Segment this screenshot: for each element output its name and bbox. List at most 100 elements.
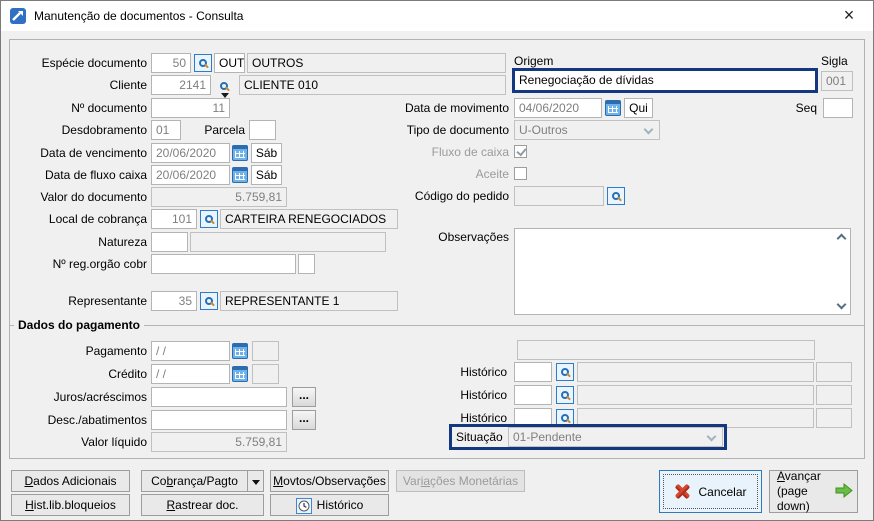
hist-lib-bloqueios-button[interactable]: Hist.lib.bloqueios bbox=[11, 494, 130, 516]
descontos-more-button[interactable]: ... bbox=[292, 410, 316, 430]
historico2-extra-field bbox=[816, 385, 852, 405]
cliente-desc-field: CLIENTE 010 bbox=[239, 75, 506, 95]
search-icon bbox=[561, 368, 569, 376]
local-cobranca-label: Local de cobrança bbox=[48, 212, 147, 226]
codigo-pedido-label: Código do pedido bbox=[414, 189, 509, 203]
scroll-up-icon[interactable] bbox=[836, 233, 847, 244]
search-icon bbox=[205, 215, 213, 223]
num-documento-field[interactable]: 11 bbox=[151, 98, 230, 118]
data-vencimento-weekday: Sáb bbox=[251, 143, 282, 163]
calendar-icon[interactable] bbox=[605, 100, 621, 116]
window-title: Manutenção de documentos - Consulta bbox=[34, 9, 244, 23]
search-icon bbox=[561, 414, 569, 422]
data-fluxo-caixa-field[interactable]: 20/06/2020 bbox=[151, 165, 230, 185]
cliente-lookup-icon[interactable] bbox=[220, 79, 228, 93]
especie-code-field[interactable]: 50 bbox=[151, 53, 191, 73]
scroll-down-icon[interactable] bbox=[836, 299, 847, 310]
especie-lookup-button[interactable] bbox=[194, 54, 212, 72]
codigo-pedido-field[interactable] bbox=[514, 186, 604, 206]
pagamento-extra-field bbox=[517, 340, 815, 360]
fluxo-caixa-checkbox[interactable] bbox=[514, 145, 527, 158]
close-icon: × bbox=[843, 5, 855, 25]
observacoes-label: Observações bbox=[438, 230, 509, 244]
data-vencimento-field[interactable]: 20/06/2020 bbox=[151, 143, 230, 163]
close-button[interactable]: × bbox=[829, 1, 869, 31]
desdobramento-field[interactable]: 01 bbox=[151, 120, 181, 140]
historico1-lookup-button[interactable] bbox=[556, 363, 574, 381]
desdobramento-label: Desdobramento bbox=[61, 123, 147, 137]
rastrear-doc-button[interactable]: Rastrear doc. bbox=[141, 494, 264, 516]
natureza-code-field[interactable] bbox=[151, 232, 188, 252]
search-icon bbox=[220, 82, 228, 90]
especie-desc-field: OUTROS bbox=[247, 53, 506, 73]
chevron-down-icon bbox=[643, 124, 654, 135]
historico2-lookup-button[interactable] bbox=[556, 386, 574, 404]
codigo-pedido-lookup-button[interactable] bbox=[607, 187, 625, 205]
cancelar-button[interactable]: Cancelar bbox=[659, 470, 762, 513]
movtos-observacoes-button[interactable]: Movtos/Observações bbox=[270, 470, 389, 492]
historico1-label: Histórico bbox=[460, 365, 507, 379]
historico-button[interactable]: Histórico bbox=[270, 494, 389, 516]
title-bar: Manutenção de documentos - Consulta × bbox=[1, 1, 873, 31]
seq-field[interactable] bbox=[823, 98, 853, 118]
especie-sigla-field[interactable]: OUT bbox=[214, 53, 245, 73]
local-cobranca-code-field[interactable]: 101 bbox=[151, 209, 197, 229]
observacoes-textarea[interactable] bbox=[514, 228, 851, 315]
pagamento-weekday-field bbox=[252, 341, 279, 361]
juros-field[interactable] bbox=[151, 387, 287, 407]
origem-field-highlight: Renegociação de dívidas bbox=[512, 68, 818, 93]
representante-lookup-button[interactable] bbox=[200, 292, 218, 310]
local-cobranca-lookup-button[interactable] bbox=[200, 210, 218, 228]
pagamento-label: Pagamento bbox=[85, 344, 147, 358]
historico1-code-field[interactable] bbox=[514, 362, 552, 382]
variacoes-monetarias-button[interactable]: Variações Monetárias bbox=[396, 470, 525, 492]
aceite-checkbox[interactable] bbox=[514, 167, 527, 180]
num-reg-orgao-label: Nº reg.orgão cobr bbox=[52, 257, 147, 271]
cobranca-pagto-dropdown-button[interactable] bbox=[247, 470, 264, 492]
especie-label: Espécie documento bbox=[41, 56, 147, 70]
historico2-code-field[interactable] bbox=[514, 385, 552, 405]
data-fluxo-caixa-label: Data de fluxo caixa bbox=[44, 168, 147, 182]
pagamento-date-field[interactable]: / / bbox=[151, 341, 230, 361]
data-vencimento-label: Data de vencimento bbox=[40, 146, 147, 160]
data-movimento-field[interactable]: 04/06/2020 bbox=[514, 98, 602, 118]
natureza-label: Natureza bbox=[98, 235, 147, 249]
dados-adicionais-button[interactable]: Dados Adicionais bbox=[11, 470, 130, 492]
cliente-code-field[interactable]: 2141 bbox=[151, 75, 211, 95]
num-reg-orgao-extra-field[interactable] bbox=[298, 254, 315, 274]
history-icon bbox=[295, 498, 312, 514]
calendar-icon[interactable] bbox=[232, 366, 248, 382]
origem-field[interactable]: Renegociação de dívidas bbox=[515, 71, 815, 90]
historico3-extra-field bbox=[816, 408, 852, 428]
juros-label: Juros/acréscimos bbox=[53, 390, 147, 404]
situacao-value: 01-Pendente bbox=[513, 430, 582, 444]
tipo-documento-label: Tipo de documento bbox=[406, 123, 509, 137]
data-movimento-label: Data de movimento bbox=[404, 101, 509, 115]
chevron-down-icon bbox=[706, 431, 717, 442]
credito-label: Crédito bbox=[108, 367, 147, 381]
valor-documento-label: Valor do documento bbox=[40, 190, 147, 204]
app-icon bbox=[10, 8, 26, 24]
descontos-field[interactable] bbox=[151, 410, 287, 430]
tipo-documento-select[interactable]: U-Outros bbox=[514, 120, 660, 140]
calendar-icon[interactable] bbox=[232, 167, 248, 183]
num-reg-orgao-field[interactable] bbox=[151, 254, 296, 274]
juros-more-button[interactable]: ... bbox=[292, 387, 316, 407]
calendar-icon[interactable] bbox=[232, 343, 248, 359]
credito-weekday-field bbox=[252, 364, 279, 384]
historico2-label: Histórico bbox=[460, 388, 507, 402]
cobranca-pagto-button[interactable]: Cobrança/Pagto bbox=[141, 470, 248, 492]
tipo-documento-value: U-Outros bbox=[519, 123, 568, 137]
parcela-field[interactable] bbox=[249, 120, 276, 140]
credito-date-field[interactable]: / / bbox=[151, 364, 230, 384]
situacao-select[interactable]: 01-Pendente bbox=[508, 427, 723, 447]
historico1-extra-field bbox=[816, 362, 852, 382]
seq-label: Seq bbox=[795, 101, 817, 115]
local-cobranca-desc-field: CARTEIRA RENEGOCIADOS bbox=[220, 209, 398, 229]
avancar-button[interactable]: Avançar (page down) bbox=[769, 469, 858, 513]
calendar-icon[interactable] bbox=[232, 145, 248, 161]
representante-code-field[interactable]: 35 bbox=[151, 291, 197, 311]
valor-liquido-label: Valor líquido bbox=[81, 435, 147, 449]
valor-documento-field: 5.759,81 bbox=[151, 187, 287, 207]
search-icon bbox=[561, 391, 569, 399]
